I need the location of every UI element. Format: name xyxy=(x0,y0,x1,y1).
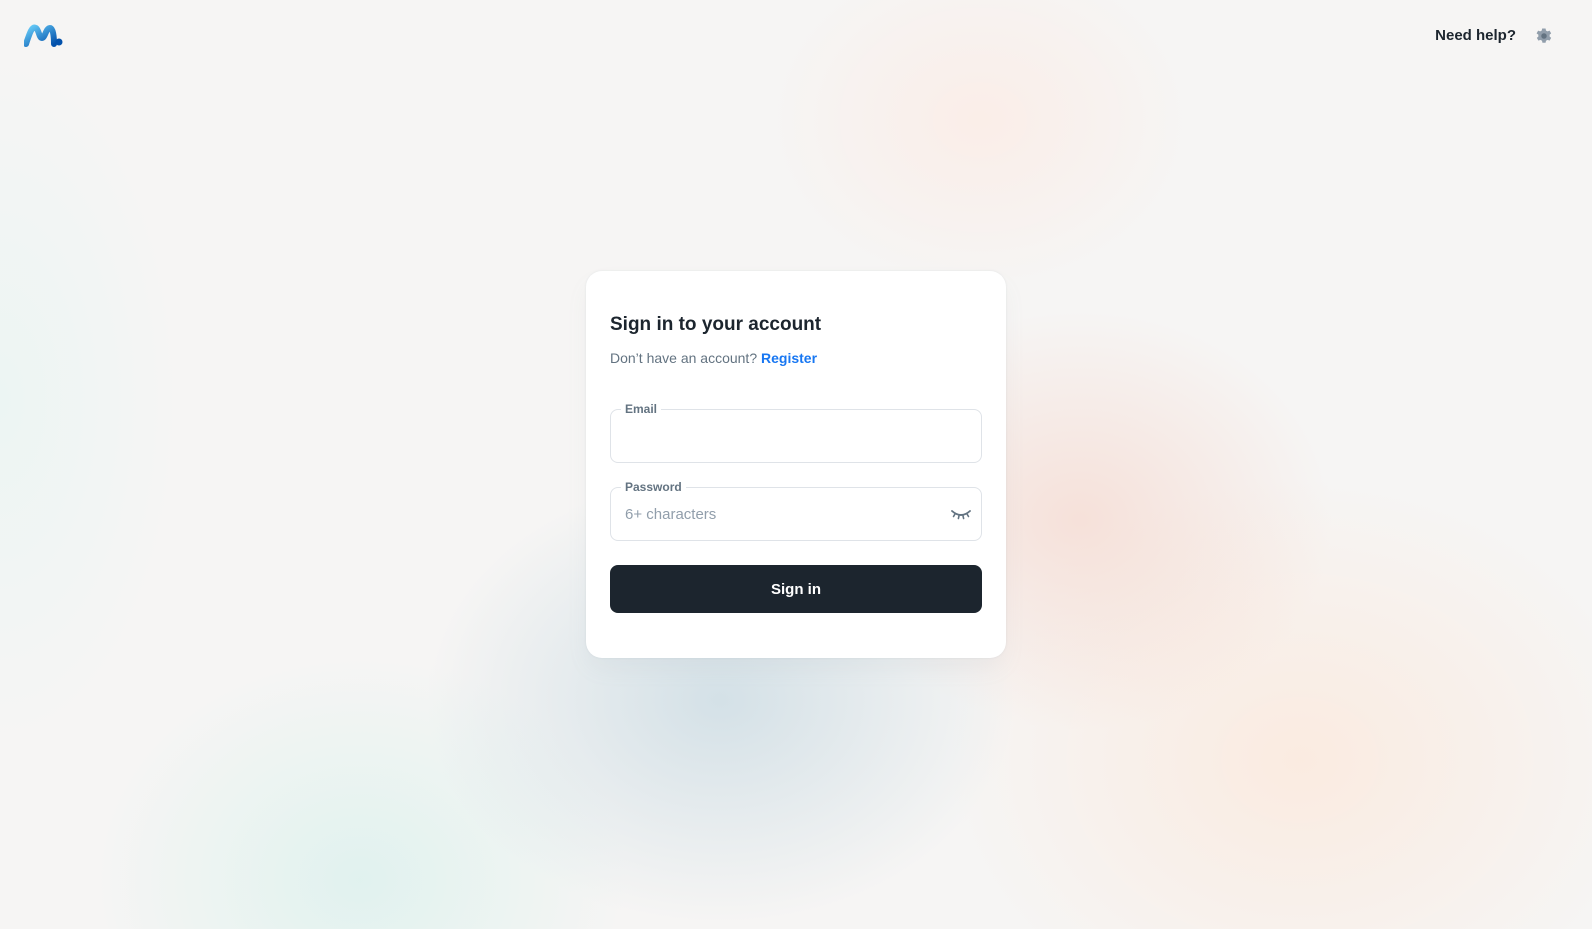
need-help-link[interactable]: Need help? xyxy=(1435,27,1516,44)
page-title: Sign in to your account xyxy=(610,314,822,335)
settings-button[interactable] xyxy=(1530,22,1558,50)
eye-closed-icon xyxy=(951,510,971,520)
sign-in-button[interactable]: Sign in xyxy=(610,565,982,613)
logo-icon-svg xyxy=(23,24,63,47)
signin-card: Sign in to your account Don’t have an ac… xyxy=(586,271,1006,658)
logo-icon[interactable] xyxy=(23,24,64,48)
no-account-text: Don’t have an account? xyxy=(610,350,758,366)
toggle-password-visibility-button[interactable] xyxy=(949,503,973,527)
email-label: Email xyxy=(621,401,662,417)
password-input[interactable] xyxy=(611,488,981,540)
register-link[interactable]: Register xyxy=(761,350,817,366)
email-input[interactable] xyxy=(611,410,981,462)
register-prompt: Don’t have an account? Register xyxy=(610,347,982,369)
password-field-container: Password xyxy=(610,479,982,541)
password-label: Password xyxy=(621,479,686,495)
gear-icon xyxy=(1536,28,1552,43)
email-field-container: Email xyxy=(610,401,982,463)
top-bar: Need help? xyxy=(0,0,1592,72)
